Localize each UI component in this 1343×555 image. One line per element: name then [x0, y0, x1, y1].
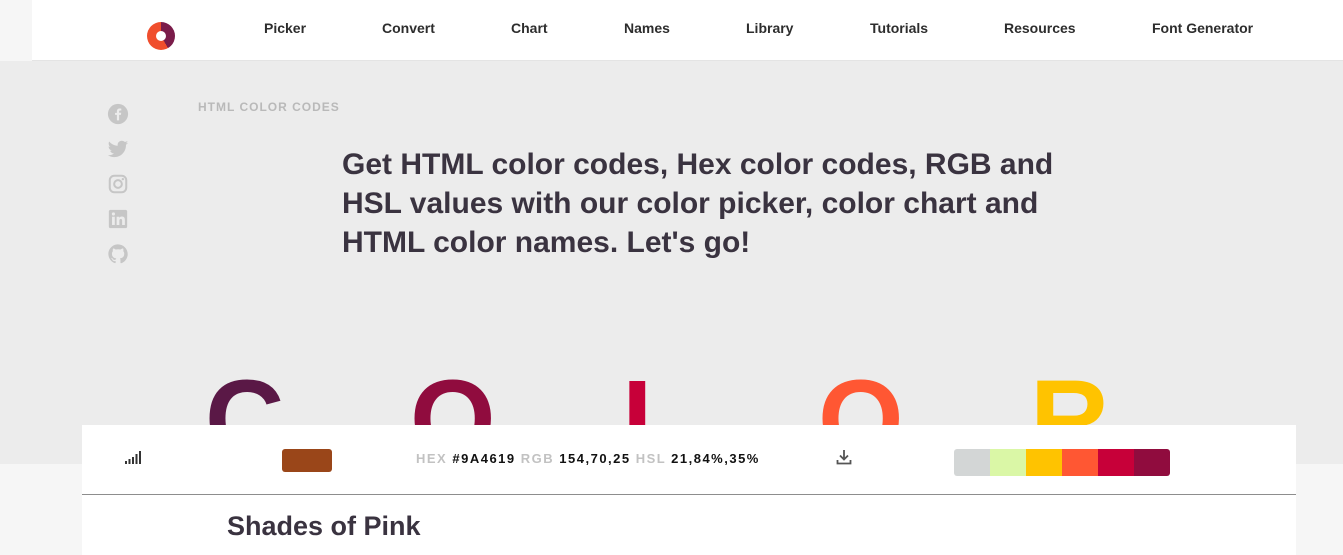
palette-swatch[interactable] — [1134, 449, 1170, 476]
palette-swatch[interactable] — [954, 449, 990, 476]
rgb-label: RGB — [520, 451, 555, 466]
nav-item-chart[interactable]: Chart — [511, 20, 548, 36]
hsl-label: HSL — [635, 451, 667, 466]
main-content: Shades of Pink — [82, 495, 1296, 555]
hero-letter-o-2: O — [818, 365, 904, 425]
hero-letter-l: L — [622, 365, 689, 425]
palette-swatch[interactable] — [1098, 449, 1134, 476]
palette-swatch[interactable] — [990, 449, 1026, 476]
hex-value[interactable]: #9A4619 — [452, 451, 515, 466]
nav-item-resources[interactable]: Resources — [1004, 20, 1076, 36]
linkedin-icon[interactable] — [107, 208, 129, 230]
logo[interactable] — [147, 22, 175, 50]
rgb-value[interactable]: 154,70,25 — [559, 451, 630, 466]
top-navigation-bar: Picker Convert Chart Names Library Tutor… — [32, 0, 1343, 61]
letter-glyph: C — [205, 365, 284, 425]
nav-item-tutorials[interactable]: Tutorials — [870, 20, 928, 36]
hero-letter-r: R — [1030, 365, 1109, 425]
nav-item-picker[interactable]: Picker — [264, 20, 306, 36]
hero-letter-c: C — [205, 365, 284, 425]
color-palette — [954, 449, 1170, 476]
section-title: Shades of Pink — [227, 511, 421, 541]
color-codes: HEX #9A4619 RGB 154,70,25 HSL 21,84%,35% — [416, 451, 760, 466]
letter-glyph: O — [818, 365, 904, 425]
signal-bars-icon[interactable] — [124, 450, 142, 464]
download-icon[interactable] — [835, 448, 853, 466]
color-toolbar: HEX #9A4619 RGB 154,70,25 HSL 21,84%,35% — [82, 425, 1296, 495]
eyebrow-label: HTML COLOR CODES — [198, 100, 340, 114]
instagram-icon[interactable] — [107, 173, 129, 195]
hsl-value[interactable]: 21,84%,35% — [671, 451, 760, 466]
letter-glyph: O — [410, 365, 496, 425]
nav-item-font-generator[interactable]: Font Generator — [1152, 20, 1253, 36]
nav-item-library[interactable]: Library — [746, 20, 793, 36]
palette-swatch[interactable] — [1062, 449, 1098, 476]
nav-item-convert[interactable]: Convert — [382, 20, 435, 36]
twitter-icon[interactable] — [107, 138, 129, 160]
current-color-swatch[interactable] — [282, 449, 332, 472]
hex-label: HEX — [416, 451, 448, 466]
hero-letter-o: O — [410, 365, 496, 425]
palette-swatch[interactable] — [1026, 449, 1062, 476]
letter-glyph: L — [622, 365, 689, 425]
hero-headline: Get HTML color codes, Hex color codes, R… — [342, 148, 1054, 259]
letter-glyph: R — [1030, 365, 1109, 425]
nav-item-names[interactable]: Names — [624, 20, 670, 36]
facebook-icon[interactable] — [107, 103, 129, 125]
github-icon[interactable] — [107, 243, 129, 265]
